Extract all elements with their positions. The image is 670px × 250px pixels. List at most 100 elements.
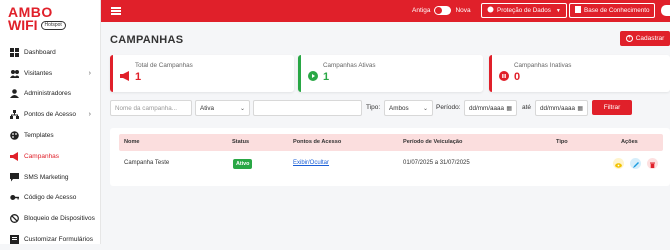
- main-content: CAMPANHAS + Cadastrar Total de Campanhas…: [101, 22, 670, 244]
- toggle-left-label: Antiga: [412, 7, 431, 14]
- sidebar-item-codigo-de-acesso[interactable]: Código de Acesso: [0, 188, 100, 209]
- sidebar-item-label: Administradores: [24, 90, 71, 98]
- calendar-icon: ▦: [506, 105, 512, 112]
- header-nome: Nome: [124, 139, 140, 145]
- chevron-down-icon: ⌄: [239, 105, 245, 112]
- sidebar-nav: Dashboard Visitantes › Administradores P…: [0, 42, 100, 250]
- tipo-select-value: Ambos: [389, 104, 409, 112]
- key-icon: [10, 193, 19, 202]
- form-icon: [10, 235, 19, 245]
- sidebar-item-campanhas[interactable]: Campanhas: [0, 146, 100, 167]
- cell-periodo: 01/07/2025 a 31/07/2025: [403, 160, 470, 166]
- header-pontos: Pontos de Acesso: [293, 139, 342, 145]
- date-to-value: dd/mm/aaaa: [540, 104, 576, 112]
- layout-toggle-group: Antiga Nova: [412, 6, 471, 15]
- trash-icon: [650, 155, 655, 173]
- pause-circle-icon: [499, 68, 509, 81]
- page-title: CAMPANHAS: [110, 34, 184, 46]
- stat-value: 0: [514, 71, 521, 83]
- add-campaign-button[interactable]: + Cadastrar: [620, 31, 670, 46]
- sidebar-item-customizar-formularios[interactable]: Customizar Formulários: [0, 229, 100, 250]
- sidebar-item-templates[interactable]: Templates: [0, 125, 100, 146]
- delete-button[interactable]: [647, 158, 658, 169]
- table-header: Nome Status Pontos de Acesso Período de …: [119, 134, 663, 151]
- cell-nome: Campanha Teste: [124, 160, 170, 166]
- header-tipo: Tipo: [556, 139, 568, 145]
- search-input[interactable]: [253, 100, 362, 116]
- header-acoes: Ações: [621, 139, 638, 145]
- sidebar-item-pontos-de-acesso[interactable]: Pontos de Acesso ›: [0, 104, 100, 125]
- sidebar-item-label: SMS Marketing: [24, 173, 69, 181]
- campaigns-table: Nome Status Pontos de Acesso Período de …: [110, 128, 670, 186]
- brand-logo[interactable]: AMBO WIFI Hotspot: [0, 0, 100, 38]
- knowledge-label: Base de Conhecimento: [584, 7, 650, 14]
- stat-card-inativas: Campanhas Inativas 0: [489, 55, 670, 92]
- eye-icon: [615, 155, 622, 173]
- header-status: Status: [232, 139, 250, 145]
- tipo-select[interactable]: Ambos ⌄: [384, 100, 433, 116]
- sidebar: AMBO WIFI Hotspot Dashboard Visitantes ›…: [0, 0, 101, 245]
- users-icon: [10, 69, 19, 78]
- sidebar-item-bloqueio[interactable]: Bloqueio de Dispositivos: [0, 208, 100, 229]
- sidebar-item-label: Customizar Formulários: [24, 236, 93, 244]
- chevron-down-icon: ▼: [555, 7, 561, 14]
- view-button[interactable]: [613, 158, 624, 169]
- layout-toggle-switch[interactable]: [434, 6, 452, 15]
- user-icon: [10, 89, 19, 99]
- knowledge-base-button[interactable]: Base de Conhecimento: [569, 3, 656, 18]
- pencil-icon: [632, 155, 639, 173]
- filter-button[interactable]: Filtrar: [592, 100, 632, 115]
- calendar-icon: ▦: [577, 105, 583, 112]
- stat-label: Campanhas Inativas: [514, 62, 572, 69]
- status-badge: Ativo: [233, 159, 253, 169]
- tipo-label: Tipo:: [366, 104, 381, 111]
- grid-icon: [10, 47, 19, 57]
- filters-bar: Nome da campanha... Ativa ⌄ Tipo: Ambos …: [101, 100, 670, 118]
- sidebar-item-dashboard[interactable]: Dashboard: [0, 42, 100, 63]
- top-bar: Antiga Nova Proteção de Dados ▼ Base de …: [101, 0, 670, 22]
- header-periodo: Período de Veiculação: [403, 139, 463, 145]
- sidebar-item-label: Bloqueio de Dispositivos: [24, 215, 95, 223]
- sidebar-item-label: Campanhas: [24, 152, 60, 160]
- status-select[interactable]: Ativa ⌄: [195, 100, 250, 116]
- stat-value: 1: [135, 71, 142, 83]
- play-circle-icon: [308, 68, 318, 81]
- logo-line2: WIFI: [8, 17, 38, 33]
- periodo-label: Período:: [436, 104, 461, 111]
- sidebar-item-label: Templates: [24, 132, 54, 140]
- ate-label: até: [522, 104, 532, 111]
- stat-value: 1: [323, 71, 330, 83]
- status-select-value: Ativa: [200, 104, 214, 112]
- sidebar-item-sms-marketing[interactable]: SMS Marketing: [0, 167, 100, 188]
- date-from-input[interactable]: dd/mm/aaaa ▦: [464, 100, 517, 116]
- hamburger-menu-icon[interactable]: [111, 6, 121, 17]
- sidebar-item-label: Visitantes: [24, 69, 53, 77]
- palette-icon: [10, 131, 19, 140]
- user-avatar[interactable]: [661, 5, 670, 16]
- stat-label: Total de Campanhas: [135, 62, 193, 69]
- date-from-value: dd/mm/aaaa: [469, 104, 505, 112]
- date-to-input[interactable]: dd/mm/aaaa ▦: [535, 100, 588, 116]
- toggle-right-label: Nova: [455, 7, 471, 14]
- sidebar-item-label: Dashboard: [24, 48, 56, 56]
- book-icon: [575, 6, 581, 15]
- sidebar-item-visitantes[interactable]: Visitantes ›: [0, 63, 100, 84]
- campaign-name-input[interactable]: Nome da campanha...: [110, 100, 192, 116]
- sms-icon: [10, 172, 19, 182]
- table-row: Campanha Teste Ativo Exibir/Ocultar 01/0…: [119, 151, 663, 175]
- edit-button[interactable]: [630, 158, 641, 169]
- stat-label: Campanhas Ativas: [323, 62, 376, 69]
- privacy-button[interactable]: Proteção de Dados ▼: [481, 3, 567, 18]
- megaphone-icon: [10, 151, 19, 161]
- shield-icon: [487, 6, 494, 15]
- plus-icon: +: [625, 35, 633, 42]
- add-label: Cadastrar: [635, 35, 665, 42]
- toggle-pontos-link[interactable]: Exibir/Ocultar: [293, 160, 329, 166]
- hotspot-badge: Hotspot: [40, 21, 66, 30]
- sidebar-item-label: Pontos de Acesso: [24, 111, 77, 119]
- chevron-right-icon: ›: [88, 111, 91, 119]
- chevron-down-icon: ⌄: [422, 105, 428, 112]
- network-icon: [10, 110, 19, 120]
- megaphone-icon: [120, 68, 130, 81]
- sidebar-item-administradores[interactable]: Administradores: [0, 84, 100, 105]
